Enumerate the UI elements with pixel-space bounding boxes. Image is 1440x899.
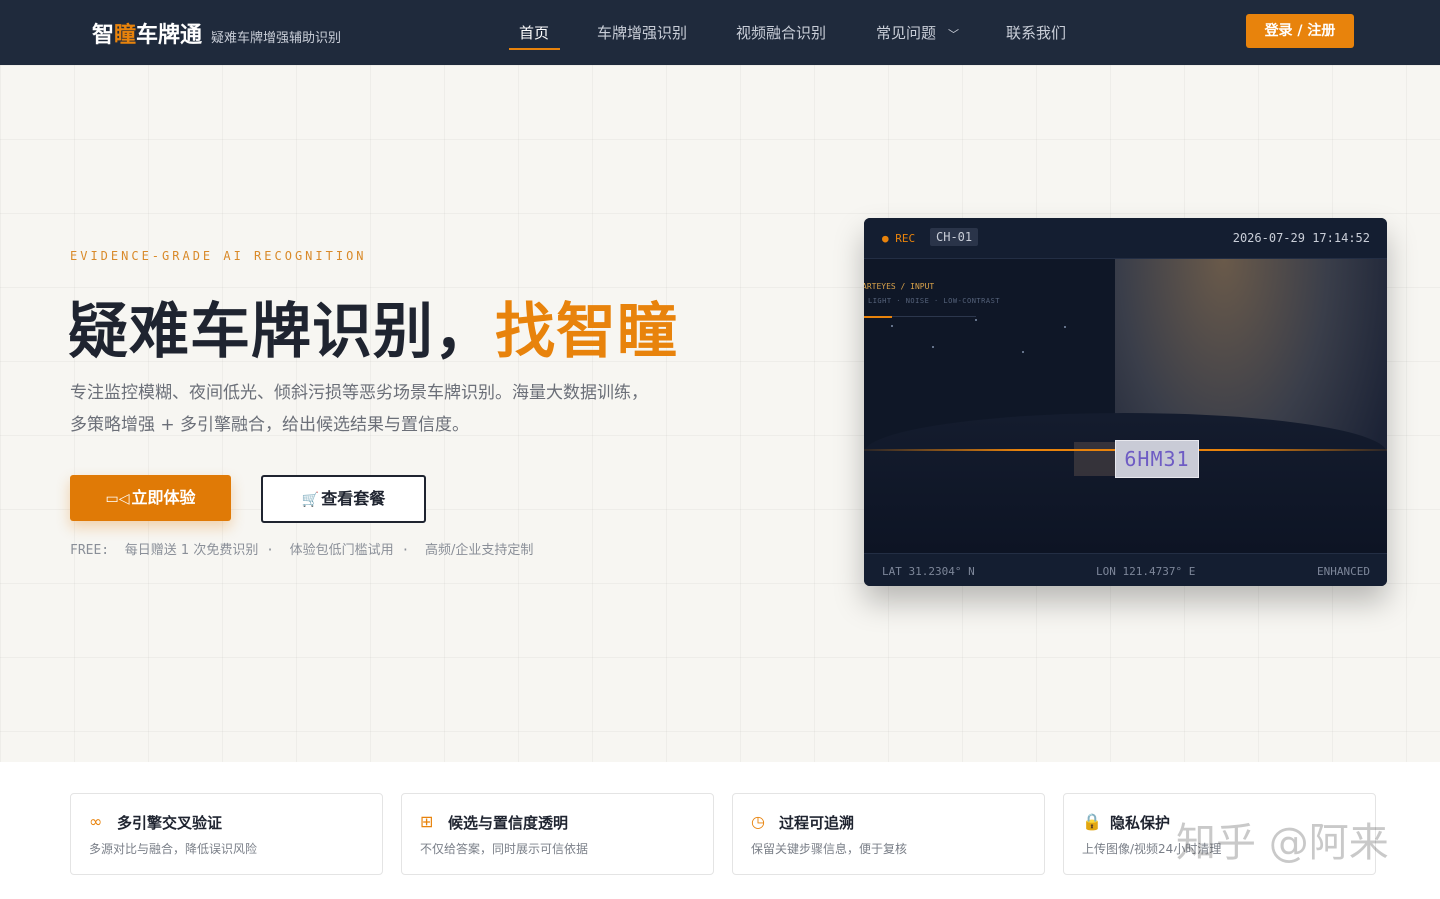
noise-dot [1064,326,1066,328]
brand-logo[interactable]: 智瞳车牌通 疑难车牌增强辅助识别 [92,17,341,49]
overlay-track [892,316,976,317]
hero-section: EVIDENCE-GRADE AI RECOGNITION 疑难车牌识别，找智瞳… [0,65,1440,762]
feature-card: ∞ 多引擎交叉验证 多源对比与融合，降低误识风险 [70,793,383,875]
nav-active-indicator [509,48,560,50]
hero-eyebrow: EVIDENCE-GRADE AI RECOGNITION [70,249,367,263]
camera-timestamp: 2026-07-29 17:14:52 [1232,231,1370,245]
login-register-button[interactable]: 登录 / 注册 [1246,14,1354,48]
nav-video-fusion[interactable]: 视频融合识别 [736,22,826,52]
chart-board-icon: ⊞ [420,812,434,831]
clock-icon: ◷ [751,812,765,831]
longitude: LON 121.4737° E [1096,565,1196,578]
overlay-title: ARTEYES / INPUT [864,282,935,291]
feature-card: ◷ 过程可追溯 保留关键步骤信息，便于复核 [732,793,1045,875]
enhanced-status: ENHANCED [1317,565,1370,578]
nav-plate-enhance[interactable]: 车牌增强识别 [597,22,687,52]
nav-faq-label: 常见问题 [876,24,937,42]
brand-name: 智瞳车牌通 [92,23,203,48]
brand-subtitle: 疑难车牌增强辅助识别 [211,31,342,46]
feature-title: 候选与置信度透明 [448,814,569,832]
watermark: 知乎 @阿来 [1176,820,1389,866]
noise-dot [891,325,893,327]
feature-title: 隐私保护 [1110,814,1171,832]
camera-header: ● REC CH-01 2026-07-29 17:14:52 [864,218,1387,259]
channel-badge: CH-01 [930,228,979,246]
try-now-button[interactable]: ▭◁ 立即体验 [70,475,231,521]
link-icon: ∞ [89,812,103,831]
latitude: LAT 31.2304° N [882,565,975,578]
lock-icon: 🔒 [1082,812,1102,831]
top-navbar: 智瞳车牌通 疑难车牌增强辅助识别 首页 车牌增强识别 视频融合识别 常见问题 ﹀ … [0,0,1440,65]
noise-dot [932,346,934,348]
rec-indicator: ● REC [882,232,916,245]
car-silhouette [864,413,1387,553]
camera-icon: ▭◁ [105,491,130,507]
camera-preview-panel: ● REC CH-01 2026-07-29 17:14:52 ARTEYES … [864,218,1387,586]
feature-desc: 不仅给答案，同时展示可信依据 [420,842,589,856]
hero-description: 专注监控模糊、夜间低光、倾斜污损等恶劣场景车牌识别。海量大数据训练，多策略增强 … [70,383,648,435]
cart-icon: 🛒 [301,492,320,508]
license-plate: 6HM31 [1115,440,1199,478]
overlay-progress [864,316,892,318]
view-plans-button[interactable]: 🛒 查看套餐 [261,475,426,523]
feature-card: ⊞ 候选与置信度透明 不仅给答案，同时展示可信依据 [401,793,714,875]
feature-desc: 多源对比与融合，降低误识风险 [89,842,258,856]
noise-dot [1022,351,1024,353]
nav-contact[interactable]: 联系我们 [1006,22,1066,52]
camera-footer: LAT 31.2304° N LON 121.4737° E ENHANCED [864,553,1387,586]
hero-headline: 疑难车牌识别，找智瞳 [68,297,678,367]
view-plans-label: 查看套餐 [321,489,386,508]
feature-title: 多引擎交叉验证 [117,814,223,832]
chevron-down-icon: ﹀ [948,28,960,41]
feature-title: 过程可追溯 [779,814,855,832]
overlay-subtitle: LIGHT · NOISE · LOW-CONTRAST [868,297,1001,305]
free-info-line: FREE: 每日赠送 1 次免费识别 · 体验包低门槛试用 · 高频/企业支持定… [70,543,534,558]
feature-desc: 保留关键步骤信息，便于复核 [751,842,908,856]
try-now-label: 立即体验 [131,488,196,507]
noise-dot [975,319,977,321]
nav-faq[interactable]: 常见问题 ﹀ [876,22,959,52]
